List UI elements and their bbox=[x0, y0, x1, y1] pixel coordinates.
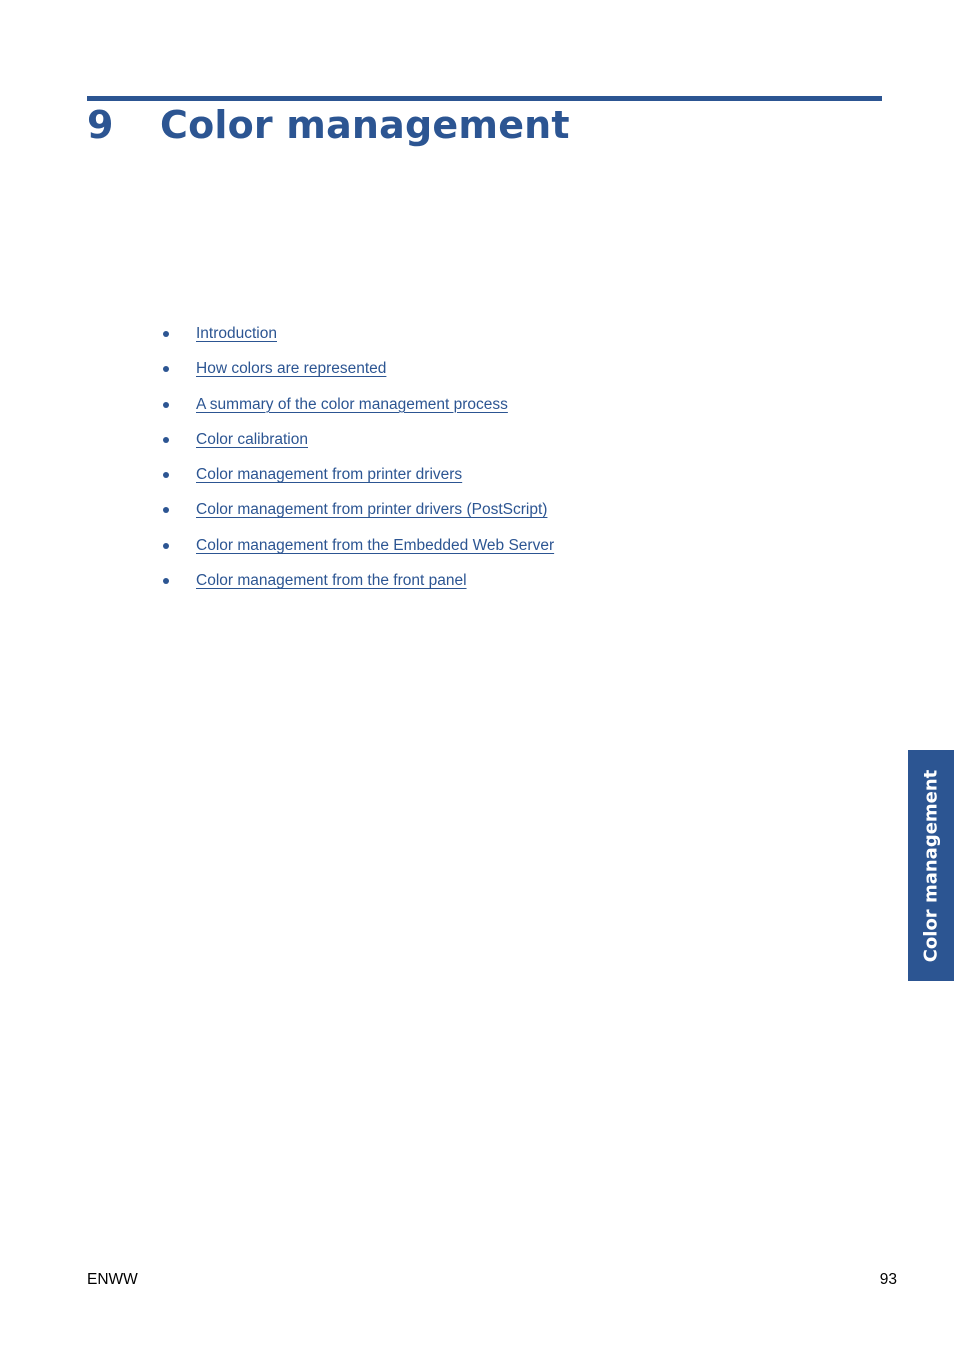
bullet-icon bbox=[163, 331, 169, 337]
chapter-title: Color management bbox=[160, 103, 570, 147]
toc-item: Color calibration bbox=[160, 429, 554, 464]
bullet-icon bbox=[163, 401, 169, 408]
toc-link-printer-drivers-postscript[interactable]: Color management from printer drivers (P… bbox=[196, 501, 547, 518]
toc-item: Color management from printer drivers (P… bbox=[160, 499, 554, 534]
toc-link-embedded-web-server[interactable]: Color management from the Embedded Web S… bbox=[196, 537, 554, 554]
chapter-number: 9 bbox=[87, 103, 114, 147]
toc-link-summary-color-management-process[interactable]: A summary of the color management proces… bbox=[196, 396, 508, 413]
toc-item: Color management from the front panel bbox=[160, 570, 554, 605]
toc-link-front-panel[interactable]: Color management from the front panel bbox=[196, 572, 467, 589]
toc-link-printer-drivers[interactable]: Color management from printer drivers bbox=[196, 466, 462, 483]
chapter-toc-list: Introduction How colors are represented … bbox=[160, 323, 554, 605]
toc-item: How colors are represented bbox=[160, 358, 554, 393]
toc-link-how-colors-are-represented[interactable]: How colors are represented bbox=[196, 360, 386, 377]
bullet-icon bbox=[163, 542, 169, 549]
toc-link-introduction[interactable]: Introduction bbox=[196, 325, 277, 342]
toc-item: Color management from printer drivers bbox=[160, 464, 554, 499]
side-tab-label: Color management bbox=[920, 769, 942, 962]
bullet-icon bbox=[163, 436, 169, 443]
footer-locale-code: ENWW bbox=[87, 1271, 138, 1288]
bullet-icon bbox=[163, 472, 169, 479]
bullet-icon bbox=[163, 507, 169, 514]
toc-item: A summary of the color management proces… bbox=[160, 394, 554, 429]
toc-link-color-calibration[interactable]: Color calibration bbox=[196, 431, 308, 448]
chapter-top-rule bbox=[87, 96, 882, 101]
chapter-heading: 9 Color management bbox=[87, 103, 570, 147]
toc-item: Introduction bbox=[160, 323, 554, 358]
chapter-side-tab: Color management bbox=[908, 750, 954, 981]
toc-item: Color management from the Embedded Web S… bbox=[160, 535, 554, 570]
bullet-icon bbox=[163, 366, 169, 373]
footer-page-number: 93 bbox=[879, 1271, 897, 1288]
bullet-icon bbox=[163, 578, 169, 585]
